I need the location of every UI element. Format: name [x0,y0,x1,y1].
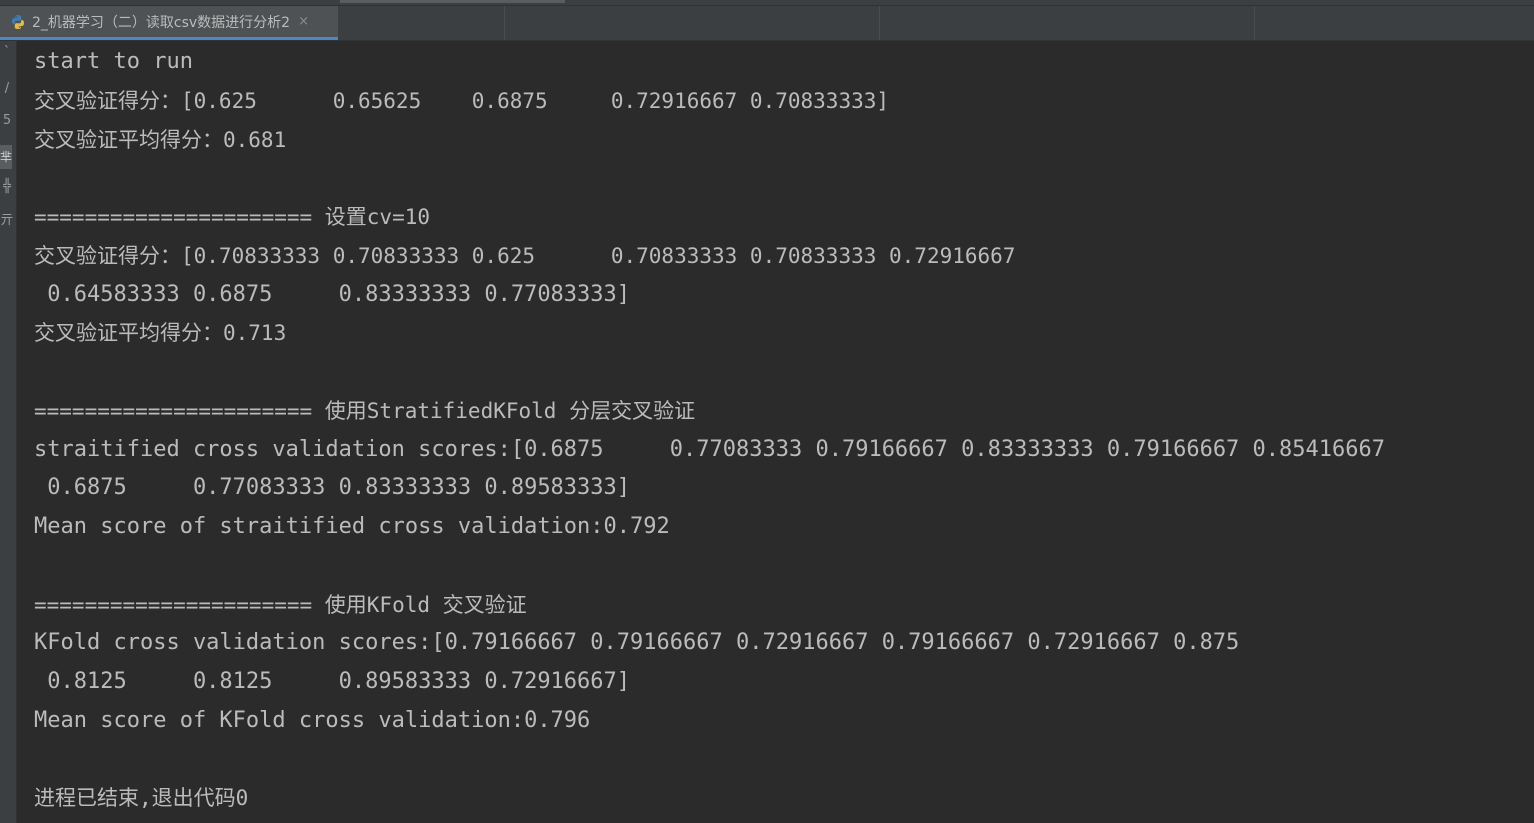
console-line: start to run [34,49,193,74]
console-line: ====================== 设置cv=10 [34,205,431,229]
console-line: KFold cross validation scores:[0.7916666… [34,630,1240,656]
console-line: 交叉验证平均得分：0.681 [34,127,287,152]
console-line: 进程已结束,退出代码0 [34,786,249,811]
close-icon[interactable]: × [298,14,309,29]
tab-divider [504,6,505,40]
console-line: ====================== 使用StratifiedKFold… [34,398,696,423]
run-toolbar-gutter: ` / 5 芈 ╬ 亓 [0,41,17,823]
console-line: Mean score of straitified cross validati… [34,514,670,539]
gutter-glyph[interactable]: 5 [0,113,14,128]
console-line: 交叉验证得分：[0.625 0.65625 0.6875 0.72916667 … [34,88,890,113]
console-line: 交叉验证得分：[0.70833333 0.70833333 0.625 0.70… [34,243,1016,268]
python-icon [12,14,24,29]
run-tab[interactable]: 2_机器学习（二）读取csv数据进行分析2 × [0,6,338,40]
console-line: ====================== 使用KFold 交叉验证 [34,592,527,617]
console-line: straitified cross validation scores:[0.6… [34,436,1386,462]
tab-title: 2_机器学习（二）读取csv数据进行分析2 [32,14,291,31]
console-line: 0.6875 0.77083333 0.83333333 0.89583333] [34,475,631,501]
run-console-window: 2_机器学习（二）读取csv数据进行分析2 × ` / 5 芈 ╬ 亓 star… [0,0,1534,823]
console-line: Mean score of KFold cross validation:0.7… [34,707,591,733]
gutter-button[interactable]: 芈 [0,145,12,169]
top-scrollbar-thumb[interactable] [340,0,565,3]
console-output[interactable]: start to run 交叉验证得分：[0.625 0.65625 0.687… [34,43,1524,818]
gutter-glyph[interactable]: 亓 [0,209,14,228]
gutter-glyph[interactable]: ` [0,45,14,60]
console-line: 0.8125 0.8125 0.89583333 0.72916667] [34,669,631,694]
tab-divider [1254,6,1255,40]
gutter-glyph[interactable]: / [0,81,14,96]
gutter-glyph[interactable]: ╬ [0,179,14,194]
console-line: 交叉验证平均得分：0.713 [34,321,287,346]
console-line: 0.64583333 0.6875 0.83333333 0.77083333] [34,281,631,307]
tab-divider [879,6,880,40]
run-tab-bar: 2_机器学习（二）读取csv数据进行分析2 × [0,6,1534,41]
